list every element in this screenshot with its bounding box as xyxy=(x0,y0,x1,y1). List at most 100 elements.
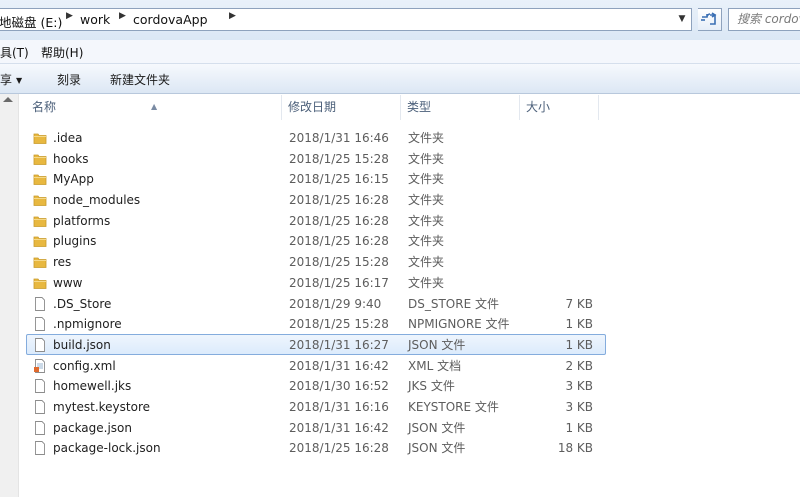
file-size: 1 KB xyxy=(565,337,593,352)
file-type: KEYSTORE 文件 xyxy=(408,399,499,414)
file-type: 文件夹 xyxy=(408,234,445,249)
file-type: JSON 文件 xyxy=(408,420,466,435)
file-type: JSON 文件 xyxy=(408,337,466,352)
file-type: DS_STORE 文件 xyxy=(408,296,499,311)
breadcrumb-separator-icon[interactable]: ▶ xyxy=(66,11,73,21)
file-name: config.xml xyxy=(53,358,116,373)
file-size: 7 KB xyxy=(565,296,593,311)
burn-button[interactable]: 刻录 xyxy=(57,71,81,88)
file-size: 1 KB xyxy=(565,420,593,435)
file-row[interactable]: hooks 2018/1/25 15:28 文件夹 xyxy=(26,148,606,169)
column-modified-label: 修改日期 xyxy=(288,100,337,114)
scroll-up-arrow-icon[interactable] xyxy=(3,97,13,102)
breadcrumb-drive[interactable]: 地磁盘 (E:) xyxy=(0,12,62,31)
file-name: .npmignore xyxy=(53,317,122,332)
folder-icon xyxy=(33,131,47,145)
file-modified: 2018/1/25 16:28 xyxy=(289,193,389,208)
file-size: 3 KB xyxy=(565,399,593,414)
file-name: build.json xyxy=(53,337,111,352)
folder-icon xyxy=(33,193,47,207)
file-modified: 2018/1/29 9:40 xyxy=(289,296,382,311)
file-type: 文件夹 xyxy=(408,131,445,145)
file-row[interactable]: plugins 2018/1/25 16:28 文件夹 xyxy=(26,230,606,251)
breadcrumb-separator-icon[interactable]: ▶ xyxy=(229,11,236,21)
file-size: 1 KB xyxy=(565,317,593,332)
file-row[interactable]: package-lock.json 2018/1/25 16:28 JSON 文件 1… xyxy=(26,437,606,458)
file-modified: 2018/1/25 15:28 xyxy=(289,317,389,332)
column-type-label: 类型 xyxy=(407,100,432,114)
search-input[interactable] xyxy=(737,12,800,26)
file-row[interactable]: node_modules 2018/1/25 16:28 文件夹 xyxy=(26,189,606,210)
new-folder-button[interactable]: 新建文件夹 xyxy=(110,71,170,88)
file-modified: 2018/1/31 16:46 xyxy=(289,131,389,145)
file-row[interactable]: .npmignore 2018/1/25 15:28 NPMIGNORE 文件 1 K… xyxy=(26,313,606,334)
menu-tools[interactable]: 具(T) xyxy=(0,44,29,61)
command-bar: 享 ▼ 刻录 新建文件夹 xyxy=(0,64,800,94)
file-modified: 2018/1/31 16:42 xyxy=(289,420,389,435)
file-row[interactable]: MyApp 2018/1/25 16:15 文件夹 xyxy=(26,168,606,189)
file-size: 2 KB xyxy=(565,358,593,373)
file-name: homewell.jks xyxy=(53,379,132,394)
breadcrumb-separator-icon[interactable]: ▶ xyxy=(119,11,126,21)
column-header-type[interactable]: 类型 xyxy=(401,95,520,120)
file-row[interactable]: package.json 2018/1/31 16:42 JSON 文件 1 KB xyxy=(26,417,606,438)
file-row[interactable]: config.xml 2018/1/31 16:42 XML 文档 2 KB xyxy=(26,355,606,376)
file-row[interactable]: .DS_Store 2018/1/29 9:40 DS_STORE 文件 7 KB xyxy=(26,293,606,314)
file-type: 文件夹 xyxy=(408,275,445,290)
file-row[interactable]: res 2018/1/25 15:28 文件夹 xyxy=(26,251,606,272)
address-toolbar: 地磁盘 (E:) ▶ work ▶ cordovaApp ▶ ▼ xyxy=(0,0,800,40)
file-type: 文件夹 xyxy=(408,255,445,270)
file-modified: 2018/1/25 16:17 xyxy=(289,275,389,290)
file-modified: 2018/1/25 15:28 xyxy=(289,151,389,166)
file-modified: 2018/1/25 16:28 xyxy=(289,441,389,456)
file-modified: 2018/1/25 15:28 xyxy=(289,255,389,270)
file-size: 18 KB xyxy=(557,441,593,456)
address-bar[interactable]: 地磁盘 (E:) ▶ work ▶ cordovaApp ▶ ▼ xyxy=(0,8,692,31)
file-icon xyxy=(33,337,47,352)
file-row[interactable]: www 2018/1/25 16:17 文件夹 xyxy=(26,272,606,293)
breadcrumb-work[interactable]: work xyxy=(80,12,110,27)
column-header-row: 名称 ▲ 修改日期 类型 大小 xyxy=(26,95,606,120)
file-row[interactable]: build.json 2018/1/31 16:27 JSON 文件 1 KB xyxy=(26,333,606,355)
column-size-label: 大小 xyxy=(526,100,551,114)
file-row[interactable]: mytest.keystore 2018/1/31 16:16 KEYSTORE 文… xyxy=(26,396,606,417)
file-modified: 2018/1/25 16:28 xyxy=(289,213,389,228)
address-history-dropdown-icon[interactable]: ▼ xyxy=(675,11,689,28)
column-header-name[interactable]: 名称 ▲ xyxy=(26,95,282,120)
folder-icon xyxy=(33,172,47,186)
column-header-size[interactable]: 大小 xyxy=(520,95,599,120)
chevron-down-icon: ▼ xyxy=(16,76,23,85)
file-type: 文件夹 xyxy=(408,193,445,208)
breadcrumb-cordovaapp[interactable]: cordovaApp xyxy=(133,12,208,27)
search-box[interactable] xyxy=(728,8,800,31)
file-icon xyxy=(33,296,47,311)
share-label: 享 xyxy=(0,73,13,87)
file-modified: 2018/1/25 16:28 xyxy=(289,234,389,249)
file-modified: 2018/1/31 16:16 xyxy=(289,399,389,414)
file-name: res xyxy=(53,255,72,270)
xml-file-icon xyxy=(33,358,47,373)
file-name: platforms xyxy=(53,213,111,228)
file-row[interactable]: homewell.jks 2018/1/30 16:52 JKS 文件 3 KB xyxy=(26,375,606,396)
file-type: JSON 文件 xyxy=(408,441,466,456)
folder-icon xyxy=(33,255,47,269)
file-size: 3 KB xyxy=(565,379,593,394)
file-icon xyxy=(33,441,47,456)
file-icon xyxy=(33,317,47,332)
file-modified: 2018/1/25 16:15 xyxy=(289,172,389,187)
refresh-button[interactable] xyxy=(698,8,722,31)
file-row[interactable]: platforms 2018/1/25 16:28 文件夹 xyxy=(26,210,606,231)
file-type: XML 文档 xyxy=(408,358,462,373)
file-name: package.json xyxy=(53,420,133,435)
vertical-scrollbar[interactable] xyxy=(0,94,19,497)
file-name: hooks xyxy=(53,151,89,166)
column-header-modified[interactable]: 修改日期 xyxy=(282,95,401,120)
file-type: 文件夹 xyxy=(408,151,445,166)
menu-help[interactable]: 帮助(H) xyxy=(41,44,83,61)
share-button[interactable]: 享 ▼ xyxy=(0,71,22,88)
folder-icon xyxy=(33,214,47,228)
file-type: NPMIGNORE 文件 xyxy=(408,317,510,332)
file-row[interactable]: .idea 2018/1/31 16:46 文件夹 xyxy=(26,127,606,148)
file-name: .DS_Store xyxy=(53,296,112,311)
file-type: JKS 文件 xyxy=(408,379,455,394)
